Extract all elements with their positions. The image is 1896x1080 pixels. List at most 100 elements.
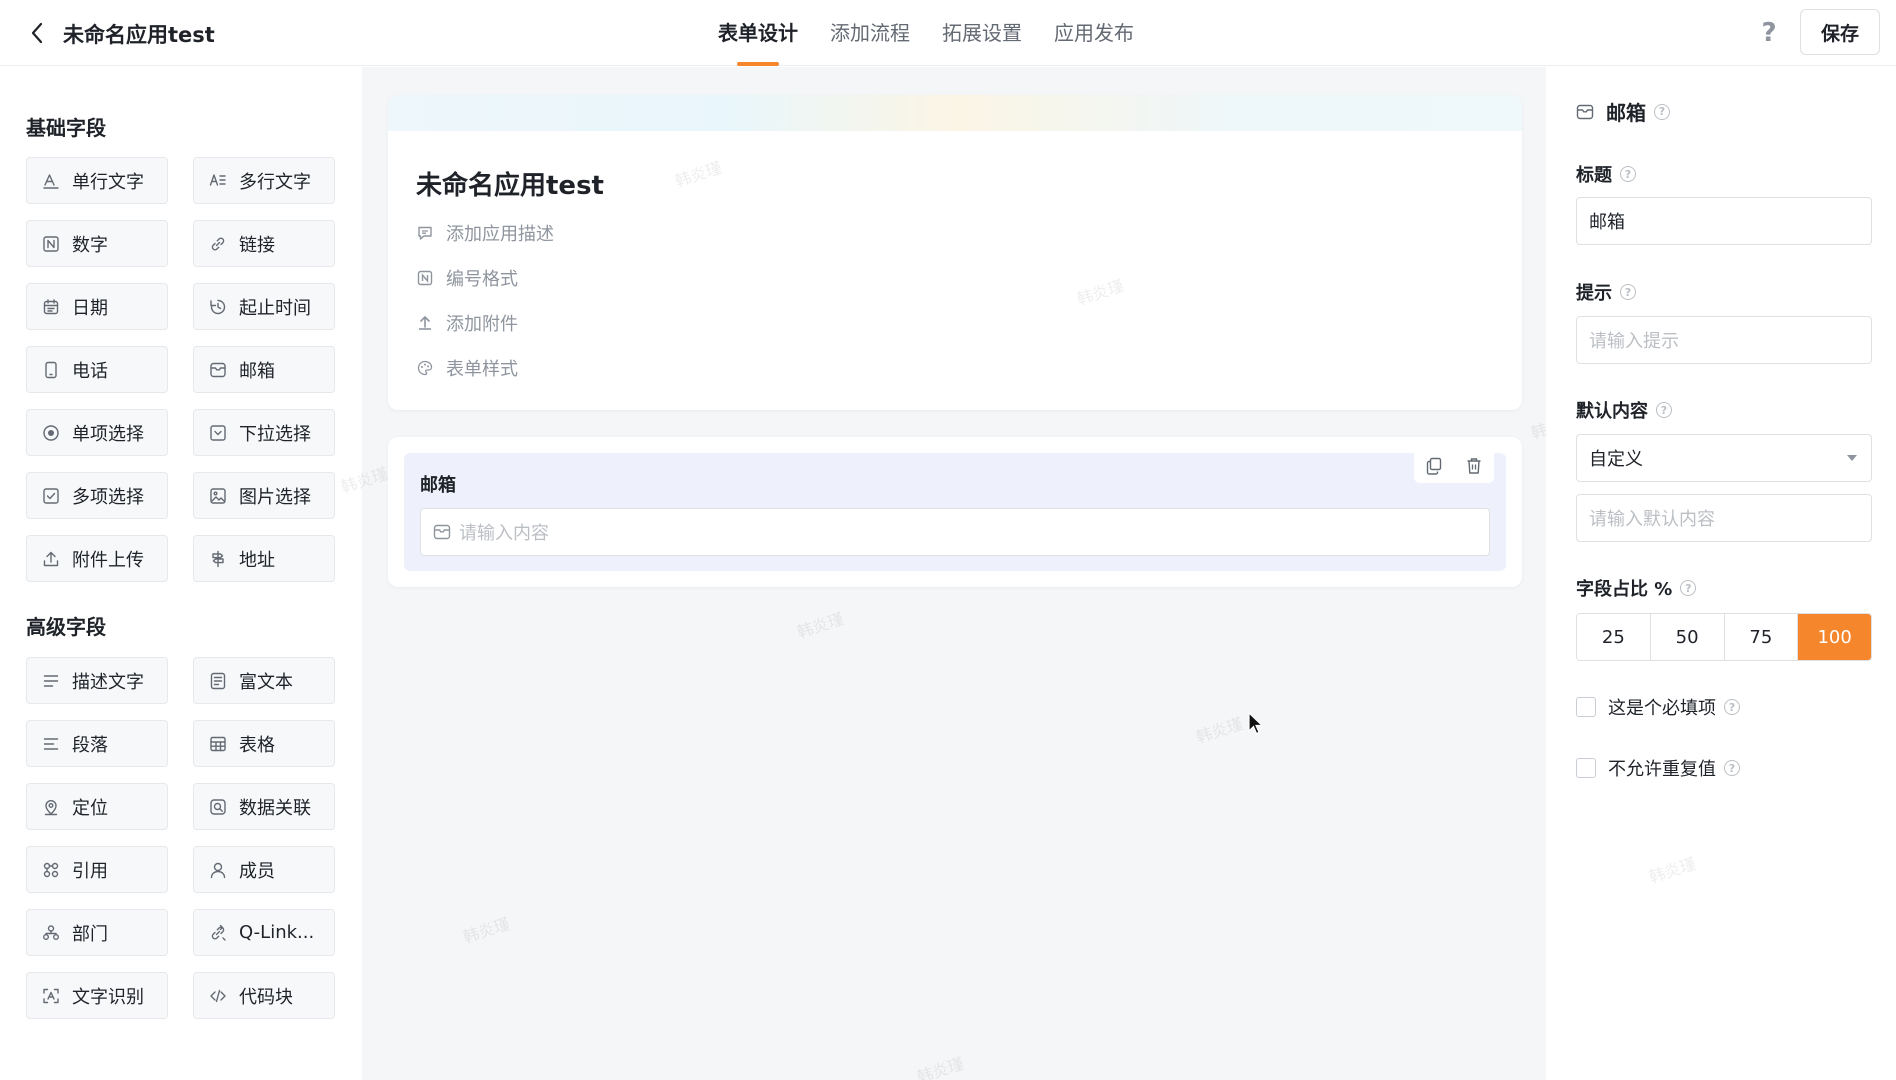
field-palette-item[interactable]: 单行文字 — [26, 157, 168, 204]
tab-app-publish[interactable]: 应用发布 — [1054, 0, 1134, 66]
advanced-fields-title: 高级字段 — [26, 615, 106, 639]
field-palette-label: 图片选择 — [239, 486, 311, 508]
field-palette-item[interactable]: 引用 — [26, 846, 168, 893]
signpost-icon — [209, 550, 227, 568]
field-palette-item[interactable]: 地址 — [193, 535, 335, 582]
tab-extend-settings[interactable]: 拓展设置 — [942, 0, 1022, 66]
required-checkbox[interactable]: 这是个必填项 ? — [1576, 694, 1740, 720]
width-option-75[interactable]: 75 — [1724, 614, 1799, 660]
tab-form-design[interactable]: 表单设计 — [718, 0, 798, 66]
help-circle-icon[interactable]: ? — [1654, 103, 1670, 120]
field-palette-label: 链接 — [239, 234, 275, 256]
help-circle-icon[interactable]: ? — [1724, 760, 1740, 776]
title-input[interactable]: 邮箱 — [1576, 197, 1872, 245]
checkbox-icon — [42, 487, 60, 505]
upload-icon — [42, 550, 60, 568]
field-palette-label: 多行文字 — [239, 171, 311, 193]
field-palette-item[interactable]: 附件上传 — [26, 535, 168, 582]
field-palette-item[interactable]: 数据关联 — [193, 783, 335, 830]
field-palette-item[interactable]: 表格 — [193, 720, 335, 767]
add-attachment-link[interactable]: 添加附件 — [416, 310, 518, 336]
watermark: 韩炎瑾 — [794, 608, 847, 642]
watermark: 韩炎瑾 — [460, 913, 513, 947]
email-field-input[interactable]: 请输入内容 — [420, 508, 1490, 556]
default-content-input[interactable]: 请输入默认内容 — [1576, 494, 1872, 542]
form-style-link[interactable]: 表单样式 — [416, 355, 518, 381]
attachment-upload-icon — [416, 314, 434, 332]
text-single-icon — [42, 172, 60, 190]
mail-icon — [1576, 102, 1596, 122]
field-palette-item[interactable]: 部门 — [26, 909, 168, 956]
copy-icon[interactable] — [1422, 454, 1446, 478]
width-option-25[interactable]: 25 — [1577, 614, 1651, 660]
checkbox[interactable] — [1576, 758, 1596, 778]
field-palette-item[interactable]: 图片选择 — [193, 472, 335, 519]
field-palette-item[interactable]: 定位 — [26, 783, 168, 830]
field-palette-item[interactable]: 段落 — [26, 720, 168, 767]
field-palette-item[interactable]: 单项选择 — [26, 409, 168, 456]
props-header: 邮箱 ? — [1576, 97, 1670, 126]
help-circle-icon[interactable]: ? — [1724, 699, 1740, 715]
back-button[interactable] — [22, 18, 52, 48]
default-content-label: 默认内容? — [1576, 397, 1672, 423]
field-palette-label: 部门 — [72, 923, 108, 945]
trash-icon[interactable] — [1462, 454, 1486, 478]
ocr-icon — [42, 987, 60, 1005]
caret-down-icon — [1847, 455, 1857, 461]
field-palette-item[interactable]: 成员 — [193, 846, 335, 893]
field-palette-item[interactable]: 下拉选择 — [193, 409, 335, 456]
department-icon — [42, 924, 60, 942]
field-palette-item[interactable]: Q-Link... — [193, 909, 335, 956]
basic-fields-title: 基础字段 — [26, 116, 106, 140]
member-icon — [209, 861, 227, 879]
hint-input[interactable]: 请输入提示 — [1576, 316, 1872, 364]
field-palette-item[interactable]: 起止时间 — [193, 283, 335, 330]
width-option-100[interactable]: 100 — [1798, 614, 1871, 660]
comment-icon — [416, 224, 434, 242]
field-palette-item[interactable]: 描述文字 — [26, 657, 168, 704]
help-circle-icon[interactable]: ? — [1620, 166, 1636, 182]
tab-add-flow[interactable]: 添加流程 — [830, 0, 910, 66]
image-icon — [209, 487, 227, 505]
help-circle-icon[interactable]: ? — [1620, 284, 1636, 300]
field-palette-item[interactable]: 邮箱 — [193, 346, 335, 393]
add-description-link[interactable]: 添加应用描述 — [416, 220, 554, 246]
field-palette-item[interactable]: 多行文字 — [193, 157, 335, 204]
email-field-block[interactable]: 邮箱 请输入内容 — [404, 449, 1506, 571]
field-palette-label: 附件上传 — [72, 549, 144, 571]
field-palette-item[interactable]: 链接 — [193, 220, 335, 267]
help-circle-icon[interactable]: ? — [1656, 402, 1672, 418]
field-palette-item[interactable]: 日期 — [26, 283, 168, 330]
form-title[interactable]: 未命名应用test — [416, 165, 604, 202]
number-format-link[interactable]: 编号格式 — [416, 265, 518, 291]
field-palette-label: 单项选择 — [72, 423, 144, 445]
width-ratio-label: 字段占比 %? — [1576, 575, 1697, 601]
field-palette-item[interactable]: 代码块 — [193, 972, 335, 1019]
dropdown-icon — [209, 424, 227, 442]
default-mode-select[interactable]: 自定义 — [1576, 434, 1872, 482]
checkbox[interactable] — [1576, 697, 1596, 717]
chevron-left-icon — [31, 22, 43, 44]
field-palette-label: 日期 — [72, 297, 108, 319]
field-palette-item[interactable]: 多项选择 — [26, 472, 168, 519]
unique-checkbox[interactable]: 不允许重复值 ? — [1576, 755, 1740, 781]
top-bar: 未命名应用test 表单设计 添加流程 拓展设置 应用发布 ? 保存 — [0, 0, 1896, 66]
mail-icon — [209, 361, 227, 379]
field-palette-item[interactable]: 富文本 — [193, 657, 335, 704]
form-body-card: 邮箱 请输入内容 — [388, 437, 1522, 587]
calendar-icon — [42, 298, 60, 316]
save-button[interactable]: 保存 — [1800, 9, 1880, 55]
field-palette-item[interactable]: 文字识别 — [26, 972, 168, 1019]
app-title: 未命名应用test — [63, 23, 215, 47]
help-circle-icon[interactable]: ? — [1680, 580, 1697, 596]
watermark: 韩炎瑾 — [1646, 853, 1699, 887]
field-palette-label: 代码块 — [239, 986, 293, 1008]
field-palette-item[interactable]: 电话 — [26, 346, 168, 393]
radio-icon — [42, 424, 60, 442]
width-option-50[interactable]: 50 — [1650, 614, 1725, 660]
help-icon[interactable]: ? — [1754, 18, 1784, 48]
form-banner — [388, 95, 1522, 131]
field-palette-label: 电话 — [72, 360, 108, 382]
field-palette-item[interactable]: 数字 — [26, 220, 168, 267]
palette-icon — [416, 359, 434, 377]
